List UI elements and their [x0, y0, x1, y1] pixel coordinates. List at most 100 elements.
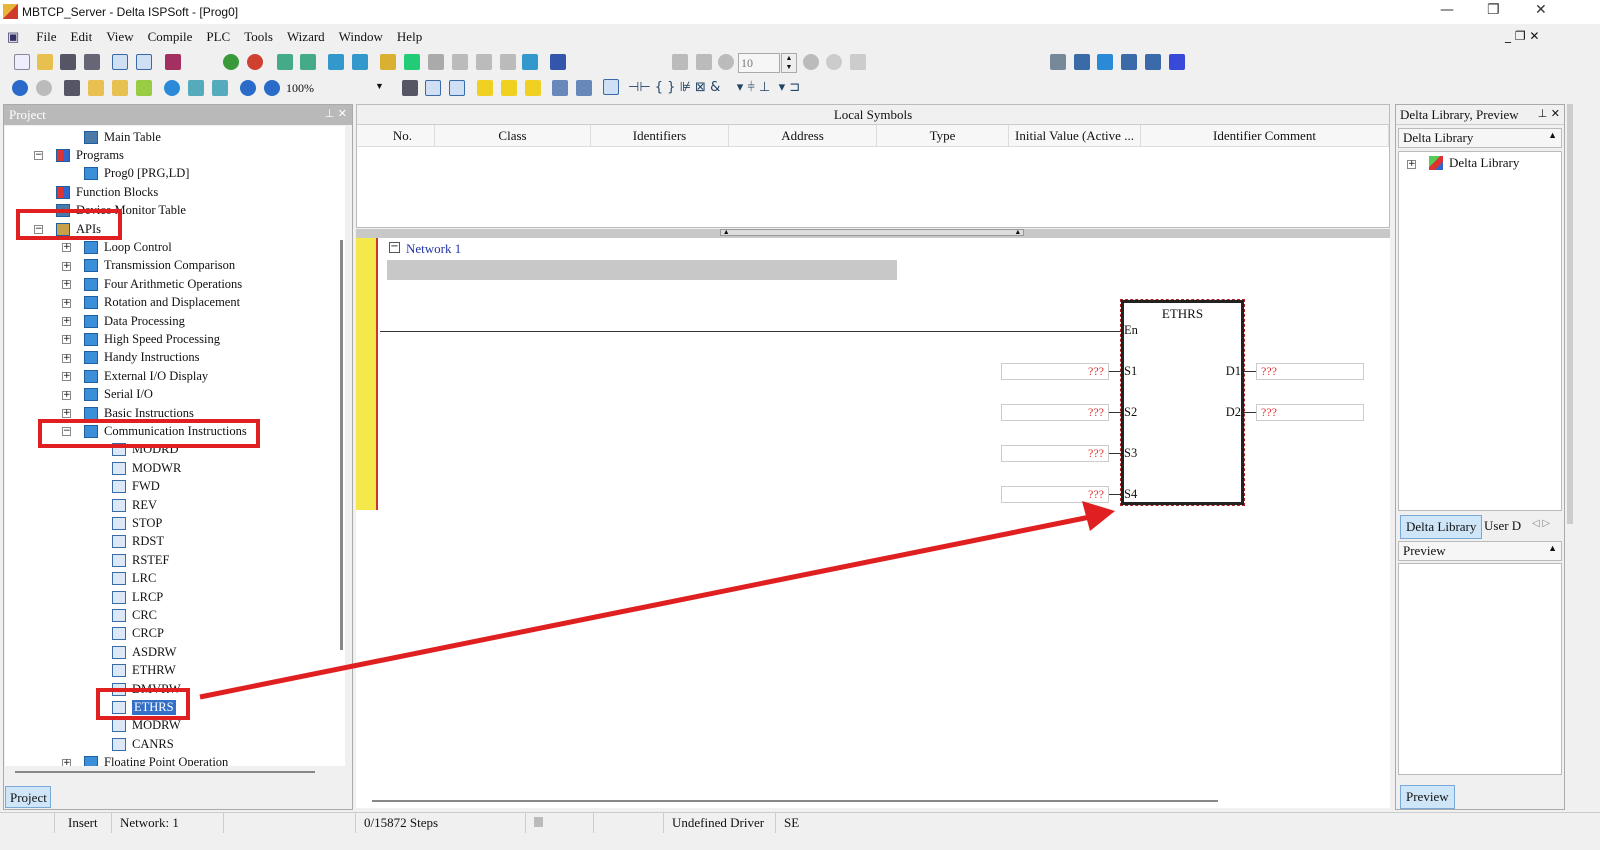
- tree-item[interactable]: CRC: [112, 606, 157, 624]
- step-spinner[interactable]: ▲ ▼: [781, 53, 797, 73]
- replace-icon[interactable]: [188, 80, 204, 96]
- download-icon[interactable]: [300, 54, 316, 70]
- operand-s1[interactable]: ???: [1001, 363, 1109, 380]
- tree-item[interactable]: Data Processing: [84, 312, 185, 330]
- tab-user-d[interactable]: User D: [1484, 518, 1521, 534]
- disabled-icon[interactable]: [803, 54, 819, 70]
- pin-close-icons[interactable]: ⊥ ✕: [1538, 107, 1560, 120]
- tree-item[interactable]: MODRD: [112, 441, 179, 459]
- library-root[interactable]: Delta Library: [1449, 155, 1519, 171]
- tree-item[interactable]: External I/O Display: [84, 367, 208, 385]
- library-section-header[interactable]: Delta Library ▲: [1398, 128, 1562, 148]
- tree-item[interactable]: REV: [112, 496, 157, 514]
- disabled-icon[interactable]: [428, 54, 444, 70]
- tree-item[interactable]: LRCP: [112, 588, 163, 606]
- tab-preview[interactable]: Preview: [1400, 785, 1455, 809]
- disabled-icon[interactable]: [452, 54, 468, 70]
- restore-button[interactable]: ❐: [1487, 2, 1500, 18]
- tool-icon[interactable]: [1169, 54, 1185, 70]
- tree-item[interactable]: Rotation and Displacement: [84, 294, 240, 312]
- tree-item[interactable]: Four Arithmetic Operations: [84, 275, 242, 293]
- tree-item[interactable]: Function Blocks: [56, 183, 158, 201]
- disabled-icon[interactable]: [718, 54, 734, 70]
- disabled-icon[interactable]: [672, 54, 688, 70]
- operand-s4[interactable]: ???: [1001, 486, 1109, 503]
- tree-hscrollbar[interactable]: [15, 771, 315, 773]
- expand-icon[interactable]: +: [62, 280, 71, 290]
- zoom-dropdown-icon[interactable]: ▼: [375, 81, 384, 91]
- operand-s3[interactable]: ???: [1001, 445, 1109, 462]
- tree-item[interactable]: CRCP: [112, 625, 164, 643]
- new-file-icon[interactable]: [14, 54, 30, 70]
- tree-item[interactable]: Transmission Comparison: [84, 257, 235, 275]
- tab-project[interactable]: Project: [5, 786, 51, 808]
- ladder-tool-icon[interactable]: [525, 80, 541, 96]
- expand-icon[interactable]: +: [62, 261, 71, 271]
- tree-item[interactable]: Floating Point Operation: [84, 754, 228, 766]
- tool-icon[interactable]: [1121, 54, 1137, 70]
- wand-icon[interactable]: [380, 54, 396, 70]
- zoom-select[interactable]: 100%: [286, 81, 386, 96]
- project-view-icon[interactable]: [112, 54, 128, 70]
- col-address[interactable]: Address: [729, 125, 877, 146]
- tool-icon[interactable]: [1050, 54, 1066, 70]
- col-initial-value[interactable]: Initial Value (Active ...: [1009, 125, 1141, 146]
- forward-icon[interactable]: [36, 80, 52, 96]
- ladder-tool-icon[interactable]: [501, 80, 517, 96]
- tree-item[interactable]: FWD: [112, 478, 160, 496]
- tree-item[interactable]: Loop Control: [84, 238, 172, 256]
- collapse-icon[interactable]: −: [34, 151, 43, 161]
- zoom-out-icon[interactable]: [264, 80, 280, 96]
- tree-item[interactable]: Communication Instructions: [84, 422, 247, 440]
- col-type[interactable]: Type: [877, 125, 1009, 146]
- splitter-handle[interactable]: ▲ ▲: [720, 229, 1024, 236]
- tree-item[interactable]: ETHRS: [112, 698, 176, 716]
- tree-item[interactable]: DMVRW: [112, 680, 181, 698]
- doc-icon[interactable]: ▣: [0, 26, 26, 48]
- tree-item[interactable]: Programs: [56, 146, 124, 164]
- select-pointer-icon[interactable]: [603, 79, 619, 95]
- expand-icon[interactable]: +: [62, 335, 71, 345]
- tree-item[interactable]: ETHRW: [112, 662, 176, 680]
- step-input[interactable]: 10: [738, 53, 780, 73]
- back-icon[interactable]: [12, 80, 28, 96]
- ladder-tool-icon[interactable]: [576, 80, 592, 96]
- expand-icon[interactable]: +: [62, 758, 71, 766]
- tab-scroll-arrows[interactable]: ◁ ▷: [1532, 518, 1550, 529]
- output-view-icon[interactable]: [136, 54, 152, 70]
- mdi-controls[interactable]: _ ❐ ✕: [1505, 29, 1539, 43]
- col-identifier-comment[interactable]: Identifier Comment: [1141, 125, 1389, 146]
- menu-tools[interactable]: Tools: [237, 26, 280, 48]
- comm-icon[interactable]: [522, 54, 538, 70]
- expand-icon[interactable]: +: [62, 317, 71, 326]
- upload-icon[interactable]: [277, 54, 293, 70]
- book-icon[interactable]: [165, 54, 181, 70]
- tree-item[interactable]: Basic Instructions: [84, 404, 194, 422]
- goto-icon[interactable]: [212, 80, 228, 96]
- tree-item[interactable]: Device Monitor Table: [56, 202, 186, 220]
- open-icon[interactable]: [37, 54, 53, 70]
- tool-icon[interactable]: [1074, 54, 1090, 70]
- copy-icon[interactable]: [88, 80, 104, 96]
- menu-edit[interactable]: Edit: [64, 26, 100, 48]
- splitter[interactable]: ▲ ▲: [356, 229, 1390, 238]
- ladder-tool-icon[interactable]: [449, 80, 465, 96]
- redo-icon[interactable]: [850, 54, 866, 70]
- col-identifiers[interactable]: Identifiers: [591, 125, 729, 146]
- operand-d1[interactable]: ???: [1256, 363, 1364, 380]
- expand-icon[interactable]: +: [62, 409, 71, 418]
- menu-file[interactable]: File: [29, 26, 63, 48]
- ethrs-function-block[interactable]: ETHRS En S1 S2 S3 S4 D1 D2: [1120, 299, 1245, 506]
- operand-d2[interactable]: ???: [1256, 404, 1364, 421]
- stop-icon[interactable]: [247, 54, 263, 70]
- tree-item[interactable]: MODWR: [112, 459, 181, 477]
- tree-item[interactable]: ASDRW: [112, 643, 176, 661]
- disabled-icon[interactable]: [696, 54, 712, 70]
- preview-section-header[interactable]: Preview ▲: [1398, 541, 1562, 561]
- online-icon[interactable]: [328, 54, 344, 70]
- expand-icon[interactable]: +: [62, 353, 71, 363]
- network-comment[interactable]: [387, 260, 897, 280]
- col-class[interactable]: Class: [435, 125, 591, 146]
- tree-item[interactable]: RDST: [112, 533, 164, 551]
- tree-item[interactable]: Handy Instructions: [84, 349, 199, 367]
